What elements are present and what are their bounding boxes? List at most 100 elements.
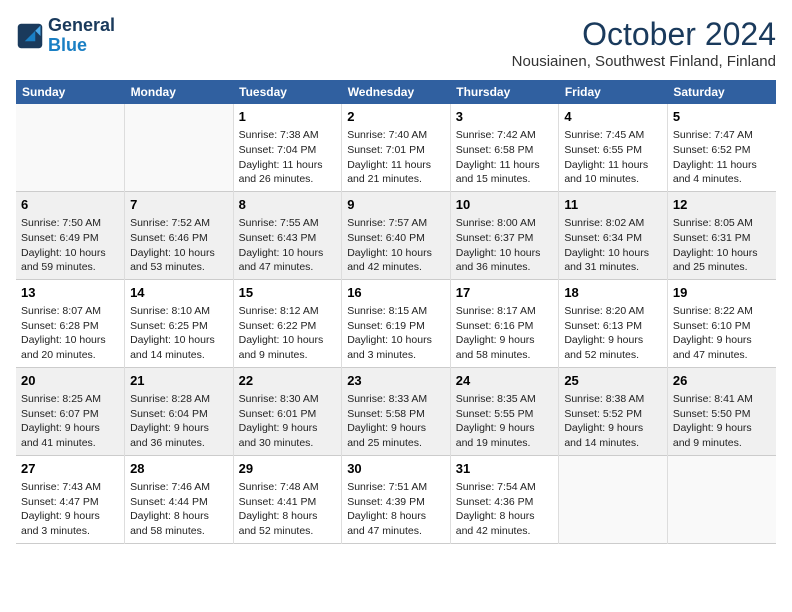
week-row-1: 1Sunrise: 7:38 AM Sunset: 7:04 PM Daylig… [16,104,776,191]
day-cell: 15Sunrise: 8:12 AM Sunset: 6:22 PM Dayli… [233,279,342,367]
day-info: Sunrise: 7:43 AM Sunset: 4:47 PM Dayligh… [21,480,119,539]
day-number: 9 [347,196,445,214]
day-number: 1 [239,108,337,126]
day-cell [125,104,234,191]
day-cell: 9Sunrise: 7:57 AM Sunset: 6:40 PM Daylig… [342,191,451,279]
day-info: Sunrise: 8:17 AM Sunset: 6:16 PM Dayligh… [456,304,554,363]
day-info: Sunrise: 8:05 AM Sunset: 6:31 PM Dayligh… [673,216,771,275]
day-cell: 8 Sunrise: 7:55 AM Sunset: 6:43 PM Daylig… [233,191,342,279]
day-number: 16 [347,284,445,302]
day-number: 19 [673,284,771,302]
day-cell: 11Sunrise: 8:02 AM Sunset: 6:34 PM Dayli… [559,191,668,279]
day-cell: 28 Sunrise: 7:46 AM Sunset: 4:44 PM Dayli… [125,455,234,543]
day-number: 25 [564,372,662,390]
day-info: Sunrise: 7:48 AM Sunset: 4:41 PM Dayligh… [239,480,337,539]
day-cell [559,455,668,543]
title-block: October 2024 Nousiainen, Southwest Finla… [512,16,776,70]
day-cell: 6Sunrise: 7:50 AM Sunset: 6:49 PM Daylig… [16,191,125,279]
day-info: Sunrise: 8:35 AM Sunset: 5:55 PM Dayligh… [456,392,554,451]
location-title: Nousiainen, Southwest Finland, Finland [512,53,776,70]
week-row-5: 27 Sunrise: 7:43 AM Sunset: 4:47 PM Dayli… [16,455,776,543]
day-number: 14 [130,284,228,302]
day-cell: 12 Sunrise: 8:05 AM Sunset: 6:31 PM Dayli… [667,191,776,279]
day-cell: 31 Sunrise: 7:54 AM Sunset: 4:36 PM Dayli… [450,455,559,543]
header-day-thursday: Thursday [450,80,559,104]
day-number: 24 [456,372,554,390]
day-number: 2 [347,108,445,126]
day-cell [667,455,776,543]
day-info: Sunrise: 7:55 AM Sunset: 6:43 PM Dayligh… [239,216,337,275]
day-cell: 17 Sunrise: 8:17 AM Sunset: 6:16 PM Dayli… [450,279,559,367]
page-header: General Blue October 2024 Nousiainen, So… [16,16,776,70]
day-number: 12 [673,196,771,214]
day-cell: 14 Sunrise: 8:10 AM Sunset: 6:25 PM Dayli… [125,279,234,367]
day-cell: 3 Sunrise: 7:42 AM Sunset: 6:58 PM Daylig… [450,104,559,191]
day-cell: 23Sunrise: 8:33 AM Sunset: 5:58 PM Dayli… [342,367,451,455]
header-row: SundayMondayTuesdayWednesdayThursdayFrid… [16,80,776,104]
day-info: Sunrise: 7:42 AM Sunset: 6:58 PM Dayligh… [456,128,554,187]
logo-text: General Blue [48,16,115,56]
day-number: 7 [130,196,228,214]
header-day-saturday: Saturday [667,80,776,104]
day-info: Sunrise: 7:54 AM Sunset: 4:36 PM Dayligh… [456,480,554,539]
day-info: Sunrise: 8:30 AM Sunset: 6:01 PM Dayligh… [239,392,337,451]
week-row-4: 20 Sunrise: 8:25 AM Sunset: 6:07 PM Dayli… [16,367,776,455]
logo-icon [16,22,44,50]
day-cell: 5Sunrise: 7:47 AM Sunset: 6:52 PM Daylig… [667,104,776,191]
day-cell: 29 Sunrise: 7:48 AM Sunset: 4:41 PM Dayli… [233,455,342,543]
day-info: Sunrise: 8:20 AM Sunset: 6:13 PM Dayligh… [564,304,662,363]
day-number: 28 [130,460,228,478]
day-number: 26 [673,372,771,390]
day-info: Sunrise: 8:15 AM Sunset: 6:19 PM Dayligh… [347,304,445,363]
day-cell: 1Sunrise: 7:38 AM Sunset: 7:04 PM Daylig… [233,104,342,191]
day-cell: 30 Sunrise: 7:51 AM Sunset: 4:39 PM Dayli… [342,455,451,543]
day-info: Sunrise: 7:51 AM Sunset: 4:39 PM Dayligh… [347,480,445,539]
day-number: 22 [239,372,337,390]
day-cell: 13 Sunrise: 8:07 AM Sunset: 6:28 PM Dayli… [16,279,125,367]
header-day-tuesday: Tuesday [233,80,342,104]
day-number: 3 [456,108,554,126]
day-number: 17 [456,284,554,302]
day-info: Sunrise: 7:45 AM Sunset: 6:55 PM Dayligh… [564,128,662,187]
logo: General Blue [16,16,115,56]
day-cell: 2 Sunrise: 7:40 AM Sunset: 7:01 PM Daylig… [342,104,451,191]
month-title: October 2024 [512,16,776,53]
day-info: Sunrise: 8:10 AM Sunset: 6:25 PM Dayligh… [130,304,228,363]
week-row-2: 6Sunrise: 7:50 AM Sunset: 6:49 PM Daylig… [16,191,776,279]
day-number: 8 [239,196,337,214]
day-info: Sunrise: 8:41 AM Sunset: 5:50 PM Dayligh… [673,392,771,451]
day-number: 21 [130,372,228,390]
day-number: 29 [239,460,337,478]
day-cell: 24 Sunrise: 8:35 AM Sunset: 5:55 PM Dayli… [450,367,559,455]
day-number: 18 [564,284,662,302]
calendar-header: SundayMondayTuesdayWednesdayThursdayFrid… [16,80,776,104]
day-cell: 26 Sunrise: 8:41 AM Sunset: 5:50 PM Dayli… [667,367,776,455]
day-number: 31 [456,460,554,478]
day-number: 4 [564,108,662,126]
day-cell: 25Sunrise: 8:38 AM Sunset: 5:52 PM Dayli… [559,367,668,455]
header-day-friday: Friday [559,80,668,104]
header-day-wednesday: Wednesday [342,80,451,104]
day-number: 27 [21,460,119,478]
day-number: 20 [21,372,119,390]
day-number: 13 [21,284,119,302]
day-info: Sunrise: 7:40 AM Sunset: 7:01 PM Dayligh… [347,128,445,187]
day-cell: 18 Sunrise: 8:20 AM Sunset: 6:13 PM Dayli… [559,279,668,367]
day-cell: 7Sunrise: 7:52 AM Sunset: 6:46 PM Daylig… [125,191,234,279]
day-cell: 10Sunrise: 8:00 AM Sunset: 6:37 PM Dayli… [450,191,559,279]
day-number: 10 [456,196,554,214]
day-cell [16,104,125,191]
day-info: Sunrise: 8:25 AM Sunset: 6:07 PM Dayligh… [21,392,119,451]
day-info: Sunrise: 7:47 AM Sunset: 6:52 PM Dayligh… [673,128,771,187]
day-number: 30 [347,460,445,478]
day-info: Sunrise: 8:07 AM Sunset: 6:28 PM Dayligh… [21,304,119,363]
day-cell: 22 Sunrise: 8:30 AM Sunset: 6:01 PM Dayli… [233,367,342,455]
calendar-table: SundayMondayTuesdayWednesdayThursdayFrid… [16,80,776,544]
day-info: Sunrise: 8:02 AM Sunset: 6:34 PM Dayligh… [564,216,662,275]
day-cell: 19 Sunrise: 8:22 AM Sunset: 6:10 PM Dayli… [667,279,776,367]
day-cell: 20 Sunrise: 8:25 AM Sunset: 6:07 PM Dayli… [16,367,125,455]
day-number: 15 [239,284,337,302]
day-info: Sunrise: 8:22 AM Sunset: 6:10 PM Dayligh… [673,304,771,363]
day-info: Sunrise: 7:46 AM Sunset: 4:44 PM Dayligh… [130,480,228,539]
day-cell: 4 Sunrise: 7:45 AM Sunset: 6:55 PM Daylig… [559,104,668,191]
